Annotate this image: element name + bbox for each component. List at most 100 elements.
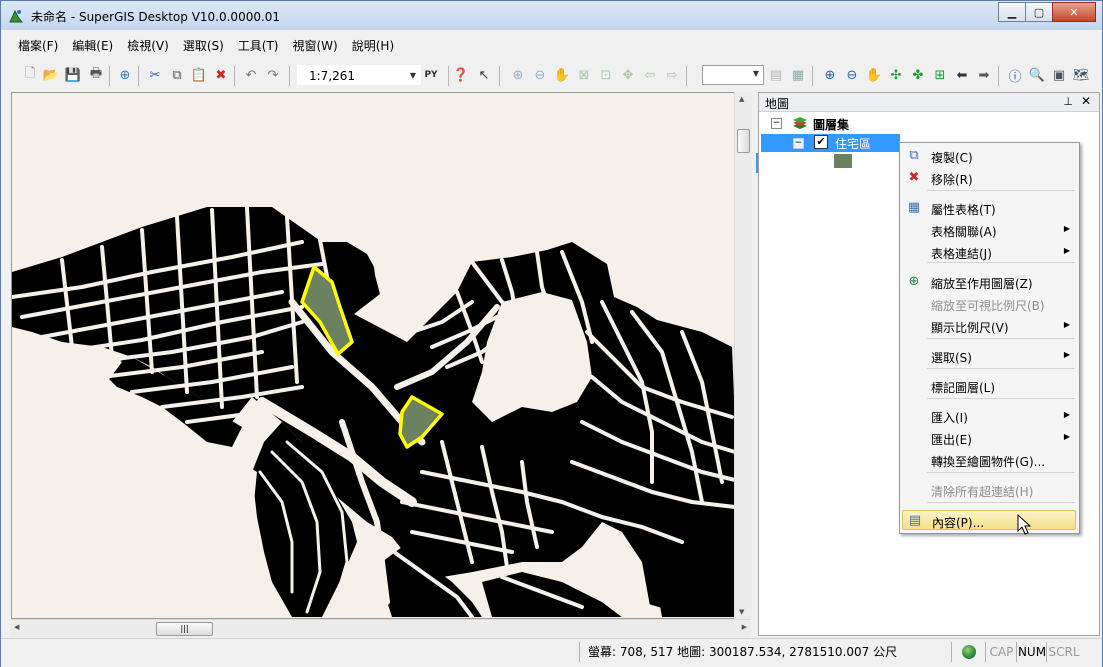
zoom-in-disabled-icon: ⊕	[512, 67, 524, 83]
main-road	[351, 556, 383, 618]
fixed-zoom-in-icon[interactable]: ✣	[887, 66, 905, 84]
menu-tools[interactable]: 工具(T)	[231, 34, 286, 56]
context-menu-label: 表格關聯(A)	[931, 225, 997, 239]
context-menu-label: 清除所有超連結(H)	[931, 485, 1034, 499]
globe-icon	[951, 642, 986, 662]
undo-icon[interactable]: ↶	[242, 66, 260, 84]
tree-root-row[interactable]: − 圖層集	[771, 115, 1091, 133]
redo-icon[interactable]: ↷	[264, 66, 282, 84]
pan-icon[interactable]: ✋	[865, 66, 883, 84]
full-extent-icon[interactable]: ⊞	[931, 66, 949, 84]
layout-page-disabled-icon: ▤	[769, 67, 783, 83]
context-menu-item[interactable]: 表格連結(J) ▶	[902, 242, 1076, 262]
menu-separator	[927, 502, 1075, 503]
add-data-icon[interactable]: ⊕	[116, 66, 134, 84]
maximize-button[interactable]: ▢	[1025, 2, 1053, 22]
menu-file[interactable]: 檔案(F)	[11, 34, 65, 56]
menu-help[interactable]: 說明(H)	[345, 34, 401, 56]
forward-extent-icon[interactable]: ➡	[975, 66, 993, 84]
save-icon[interactable]: 💾	[64, 66, 82, 84]
menu-separator	[927, 338, 1075, 339]
layer-visibility-checkbox[interactable]: ✔	[814, 135, 828, 149]
collapse-icon[interactable]: −	[771, 118, 782, 129]
submenu-arrow-icon: ▶	[1063, 350, 1070, 359]
horizontal-scroll-thumb[interactable]: |||	[156, 622, 213, 636]
close-button[interactable]: ✕	[1052, 2, 1096, 22]
layer-context-menu: ⧉ 複製(C) ✖ 移除(R) ▦ 屬性表格(T) 表格關聯(A) ▶ 表格連結(J) ▶ ⊕ 縮放至…	[899, 142, 1080, 534]
zoom-out-disabled-icon: ⊖	[534, 67, 546, 83]
context-menu-label: 匯入(I)	[931, 411, 968, 425]
map-scale-combo[interactable]: 1:7,261 ▼	[297, 65, 421, 85]
map-view[interactable]	[11, 92, 751, 619]
context-menu-item[interactable]: 匯入(I) ▶	[902, 406, 1076, 426]
context-menu-item[interactable]: 顯示比例尺(V) ▶	[902, 316, 1076, 336]
context-menu-item[interactable]: ⊕ 縮放至作用圖層(Z)	[902, 272, 1076, 292]
help-icon[interactable]: ❓	[452, 66, 470, 84]
open-folder-icon[interactable]: 📂	[42, 66, 60, 84]
context-menu-item[interactable]: ⧉ 複製(C)	[902, 146, 1076, 166]
context-menu-item: 清除所有超連結(H)	[902, 480, 1076, 500]
find-icon[interactable]: 🔍	[1028, 66, 1046, 84]
menu-select[interactable]: 選取(S)	[176, 34, 231, 56]
tree-layer-row-selected[interactable]: − ✔ 住宅區	[761, 134, 900, 152]
zoom-out-icon[interactable]: ⊖	[843, 66, 861, 84]
menu-edit[interactable]: 編輯(E)	[65, 34, 120, 56]
context-menu-label: 顯示比例尺(V)	[931, 321, 1009, 335]
copy-icon: ⧉	[909, 148, 919, 163]
layout-scale-combo[interactable]: ▼	[702, 65, 764, 85]
copy-toolbar-icon[interactable]: ⧉	[168, 66, 186, 84]
context-menu-label: 屬性表格(T)	[931, 203, 996, 217]
tree-root-label: 圖層集	[813, 118, 850, 132]
collapse-icon[interactable]: −	[793, 138, 804, 149]
status-bar: 螢幕: 708, 517 地圖: 300187.534, 2781510.007…	[1, 638, 1102, 667]
context-menu-item[interactable]: ✖ 移除(R)	[902, 168, 1076, 188]
menu-separator	[927, 262, 1075, 263]
caps-lock-indicator: CAP	[985, 642, 1017, 662]
layers-icon	[793, 117, 807, 129]
zoom-in-icon[interactable]: ⊕	[821, 66, 839, 84]
menu-view[interactable]: 檢視(V)	[120, 34, 176, 56]
map-canvas[interactable]	[12, 93, 751, 619]
whats-this-icon[interactable]: ↖	[475, 66, 493, 84]
context-menu-item[interactable]: 匯出(E) ▶	[902, 428, 1076, 448]
pin-icon[interactable]: ⊥	[1063, 95, 1073, 108]
map-tip-icon[interactable]: ▣	[1050, 66, 1068, 84]
context-menu-item[interactable]: 轉換至繪圖物件(G)...	[902, 450, 1076, 470]
menu-window[interactable]: 視窗(W)	[286, 34, 345, 56]
submenu-arrow-icon: ▶	[1063, 224, 1070, 233]
app-window: 未命名 - SuperGIS Desktop V10.0.0000.01 ▁ ▢…	[0, 0, 1103, 667]
submenu-arrow-icon: ▶	[1063, 410, 1070, 419]
back-extent-icon[interactable]: ⬅	[953, 66, 971, 84]
panel-close-icon[interactable]: ✕	[1081, 94, 1091, 108]
identify-icon[interactable]: ⓘ	[1006, 66, 1024, 85]
map-horizontal-scrollbar[interactable]: ◀ ||| ▶	[11, 619, 751, 637]
new-document-icon[interactable]: 🗋	[21, 66, 39, 84]
context-menu-item[interactable]: ▦ 屬性表格(T)	[902, 198, 1076, 218]
minimize-button[interactable]: ▁	[998, 2, 1026, 22]
context-menu-item[interactable]: 表格關聯(A) ▶	[902, 220, 1076, 240]
context-menu-label: 移除(R)	[931, 173, 973, 187]
context-menu-item: 縮放至可視比例尺(B)	[902, 294, 1076, 314]
layer-name: 住宅區	[835, 137, 872, 151]
menu-bar: 檔案(F) 編輯(E) 檢視(V) 選取(S) 工具(T) 視窗(W) 說明(H…	[11, 34, 401, 56]
context-menu-label: 表格連結(J)	[931, 247, 992, 261]
vertical-scroll-thumb[interactable]	[737, 129, 750, 153]
fixed-zoom-out-icon[interactable]: ✤	[909, 66, 927, 84]
window-title: 未命名 - SuperGIS Desktop V10.0.0000.01	[31, 10, 281, 24]
python-icon[interactable]: PY	[422, 66, 440, 84]
context-menu-label: 選取(S)	[931, 351, 972, 365]
paste-icon[interactable]: 📋	[190, 66, 208, 84]
delete-icon[interactable]: ✖	[212, 66, 230, 84]
cut-icon[interactable]: ✂	[146, 66, 164, 84]
submenu-arrow-icon: ▶	[1063, 432, 1070, 441]
submenu-arrow-icon: ▶	[1063, 320, 1070, 329]
print-icon[interactable]: 🖶	[87, 66, 105, 84]
map-vertical-scrollbar[interactable]: ▲ ▼	[734, 92, 752, 619]
context-menu-item[interactable]: ▤ 內容(P)...	[902, 510, 1076, 530]
layer-symbol-swatch[interactable]	[834, 154, 852, 168]
context-menu-item[interactable]: 選取(S) ▶	[902, 346, 1076, 366]
context-menu-label: 匯出(E)	[931, 433, 972, 447]
context-menu-item[interactable]: 標記圖層(L)	[902, 376, 1076, 396]
hyperlink-icon[interactable]: 🗺	[1072, 66, 1090, 84]
num-lock-indicator: NUM	[1016, 642, 1047, 662]
